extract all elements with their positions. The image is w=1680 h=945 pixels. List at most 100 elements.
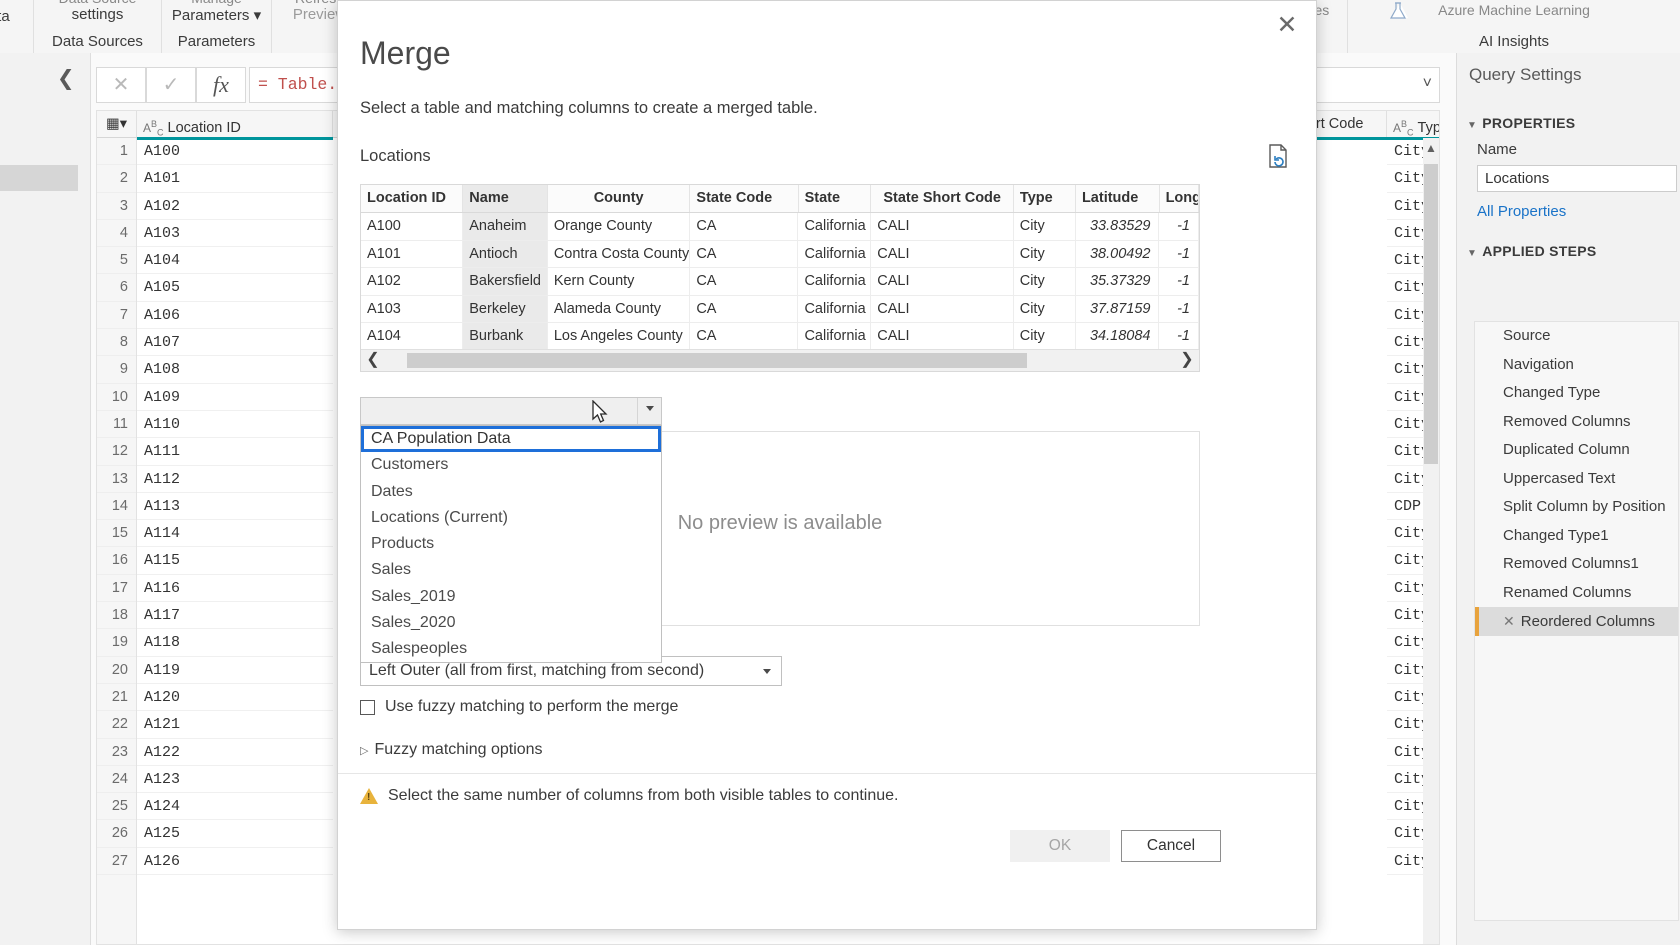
- grid-row-number[interactable]: 10: [97, 384, 136, 411]
- ribbon-group-data-sources[interactable]: Data Source settings Data Sources: [34, 0, 162, 53]
- query-name-input[interactable]: Locations: [1477, 165, 1677, 192]
- grid-row-number[interactable]: 16: [97, 547, 136, 575]
- applied-step[interactable]: Uppercased Text: [1475, 465, 1678, 494]
- applied-step[interactable]: Changed Type: [1475, 379, 1678, 408]
- grid-row-number[interactable]: 20: [97, 657, 136, 684]
- grid-cell-location-id[interactable]: A115: [137, 547, 333, 575]
- preview-col-header-latitude[interactable]: Latitude: [1076, 185, 1160, 212]
- applied-step[interactable]: Navigation: [1475, 351, 1678, 380]
- grid-cell-location-id[interactable]: A110: [137, 411, 333, 439]
- grid-cell-location-id[interactable]: A116: [137, 575, 333, 603]
- preview-col-header-state-code[interactable]: State Code: [690, 185, 799, 212]
- dropdown-option[interactable]: Sales: [361, 557, 661, 583]
- delete-step-icon[interactable]: ✕: [1503, 613, 1515, 629]
- applied-step[interactable]: Source: [1475, 322, 1678, 351]
- grid-cell-location-id[interactable]: A105: [137, 274, 333, 302]
- grid-cell-location-id[interactable]: A118: [137, 629, 333, 657]
- grid-cell-location-id[interactable]: A123: [137, 766, 333, 794]
- grid-row-number[interactable]: 11: [97, 411, 136, 439]
- grid-row-number[interactable]: 21: [97, 684, 136, 712]
- grid-cell-location-id[interactable]: A107: [137, 329, 333, 357]
- grid-cell-location-id[interactable]: A108: [137, 356, 333, 384]
- grid-row-number[interactable]: 13: [97, 466, 136, 493]
- dropdown-option[interactable]: Salespeoples: [361, 636, 661, 662]
- grid-icon[interactable]: ▦▾: [97, 111, 137, 137]
- all-properties-link[interactable]: All Properties: [1477, 203, 1566, 220]
- close-icon[interactable]: ✕: [1268, 9, 1306, 43]
- ribbon-cmd-parameters[interactable]: Parameters ▾: [162, 6, 271, 24]
- grid-row-number[interactable]: 27: [97, 848, 136, 876]
- grid-cell-location-id[interactable]: A113: [137, 493, 333, 521]
- grid-cell-location-id[interactable]: A112: [137, 466, 333, 493]
- grid-row-number[interactable]: 6: [97, 274, 136, 302]
- dropdown-option[interactable]: Sales_2019: [361, 584, 661, 610]
- grid-row-number[interactable]: 2: [97, 165, 136, 193]
- grid-row-number[interactable]: 8: [97, 329, 136, 357]
- dropdown-option[interactable]: CA Population Data: [361, 426, 661, 453]
- close-icon[interactable]: ✕: [96, 67, 146, 103]
- chevron-down-icon[interactable]: [646, 406, 654, 411]
- grid-cell-location-id[interactable]: A114: [137, 520, 333, 548]
- grid-row-number[interactable]: 18: [97, 602, 136, 630]
- grid-row-number[interactable]: 22: [97, 711, 136, 739]
- preview-col-header-state-short-code[interactable]: State Short Code: [871, 185, 1014, 212]
- grid-row-number[interactable]: 26: [97, 820, 136, 848]
- preview-col-header-longitude[interactable]: Long: [1160, 185, 1199, 212]
- grid-cell-location-id[interactable]: A119: [137, 657, 333, 684]
- grid-cell-location-id[interactable]: A104: [137, 247, 333, 275]
- applied-step[interactable]: Split Column by Position: [1475, 493, 1678, 522]
- properties-section-header[interactable]: ▼ PROPERTIES: [1467, 115, 1575, 131]
- grid-row-number[interactable]: 19: [97, 629, 136, 657]
- ok-button[interactable]: OK: [1010, 830, 1110, 862]
- grid-cell-location-id[interactable]: A102: [137, 193, 333, 220]
- grid-column-header-location-id[interactable]: ABC Location ID: [137, 111, 333, 137]
- grid-row-number[interactable]: 7: [97, 302, 136, 330]
- chevron-left-icon[interactable]: ❮: [361, 350, 385, 371]
- applied-step[interactable]: ✕ Reordered Columns: [1475, 607, 1678, 636]
- grid-row-number[interactable]: 12: [97, 438, 136, 466]
- applied-step[interactable]: Renamed Columns: [1475, 579, 1678, 608]
- grid-column-header-type[interactable]: ABCType: [1387, 111, 1439, 137]
- preview-col-header-county[interactable]: County: [548, 185, 691, 212]
- dropdown-option[interactable]: Locations (Current): [361, 505, 661, 531]
- applied-step[interactable]: Duplicated Column: [1475, 436, 1678, 465]
- grid-row-number[interactable]: 14: [97, 493, 136, 521]
- chevron-left-icon[interactable]: ❮: [57, 66, 75, 91]
- ribbon-group-ai-insights[interactable]: Azure Machine Learning AI Insights: [1348, 0, 1680, 53]
- grid-cell-location-id[interactable]: A126: [137, 848, 333, 876]
- grid-row-number[interactable]: 4: [97, 220, 136, 248]
- grid-row-number[interactable]: 1: [97, 138, 136, 166]
- grid-row-number[interactable]: 17: [97, 575, 136, 603]
- applied-step[interactable]: Removed Columns: [1475, 408, 1678, 437]
- cancel-button[interactable]: Cancel: [1121, 830, 1221, 862]
- refresh-preview-icon[interactable]: [1266, 143, 1292, 169]
- fuzzy-matching-checkbox[interactable]: [360, 700, 375, 715]
- queries-pane-collapsed[interactable]: ❮: [0, 53, 91, 945]
- grid-cell-location-id[interactable]: A111: [137, 438, 333, 466]
- grid-row-number[interactable]: 9: [97, 356, 136, 384]
- chevron-down-icon[interactable]: ˅: [1423, 67, 1432, 101]
- dropdown-option[interactable]: Sales_2020: [361, 610, 661, 636]
- grid-row-number[interactable]: 23: [97, 739, 136, 766]
- grid-vertical-scrollbar[interactable]: ▲: [1423, 138, 1439, 944]
- fuzzy-options-expander[interactable]: ▷ Fuzzy matching options: [360, 741, 543, 759]
- applied-steps-section-header[interactable]: ▼ APPLIED STEPS: [1467, 243, 1597, 259]
- queries-pane-selected-item[interactable]: [0, 165, 78, 191]
- preview-col-header-state[interactable]: State: [799, 185, 872, 212]
- preview-horizontal-scrollbar[interactable]: ❮ ❯: [361, 349, 1199, 371]
- preview-col-header-location-id[interactable]: Location ID: [361, 185, 464, 212]
- dropdown-option[interactable]: Products: [361, 531, 661, 557]
- second-table-select[interactable]: [360, 397, 662, 425]
- fx-icon[interactable]: fx: [196, 67, 246, 103]
- second-table-dropdown-list[interactable]: CA Population Data Customers Dates Location…: [360, 425, 662, 663]
- grid-cell-location-id[interactable]: A124: [137, 793, 333, 821]
- grid-row-number[interactable]: 5: [97, 247, 136, 275]
- chevron-up-icon[interactable]: ▲: [1423, 138, 1439, 158]
- grid-row-number[interactable]: 15: [97, 520, 136, 548]
- scrollbar-thumb[interactable]: [1424, 164, 1438, 464]
- grid-row-number[interactable]: 3: [97, 193, 136, 220]
- check-icon[interactable]: ✓: [146, 67, 196, 103]
- grid-cell-location-id[interactable]: A103: [137, 220, 333, 248]
- grid-cell-location-id[interactable]: A121: [137, 711, 333, 739]
- ribbon-cmd-settings[interactable]: settings: [34, 6, 161, 23]
